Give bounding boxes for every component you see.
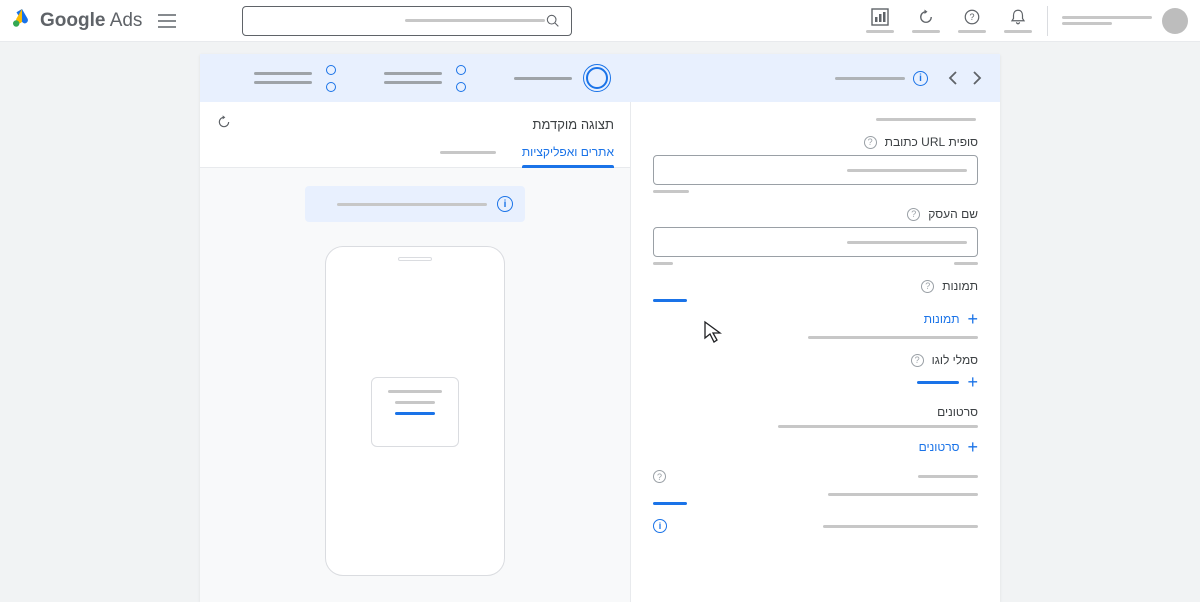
limit	[653, 262, 673, 265]
section-images: תמונות ? + תמונות	[653, 279, 978, 339]
preview-body: i	[200, 168, 630, 602]
help-icon[interactable]: ?	[921, 280, 934, 293]
url-suffix-input[interactable]	[653, 155, 978, 185]
stepper-nav	[948, 70, 982, 86]
tab-sites-apps[interactable]: אתרים ואפליקציות	[522, 145, 614, 167]
add-logos-button[interactable]: +	[653, 373, 978, 391]
account-switcher[interactable]	[1062, 8, 1188, 34]
search-wrap	[242, 6, 849, 36]
help-icon[interactable]: ?	[949, 8, 995, 33]
tab-other[interactable]	[440, 145, 496, 167]
url-suffix-label: סופית URL כתובת	[885, 135, 978, 149]
plus-icon: +	[967, 438, 978, 456]
extra-desc-1	[828, 493, 978, 496]
phone-mockup	[325, 246, 505, 576]
help-icon[interactable]: ?	[907, 208, 920, 221]
stepper-title: i	[835, 71, 928, 86]
add-videos-label: סרטונים	[919, 440, 960, 454]
notifications-icon[interactable]	[995, 8, 1041, 33]
preview-header: תצוגה מוקדמת	[200, 102, 630, 135]
extra-row-2: i	[653, 519, 978, 533]
step-1[interactable]	[254, 65, 336, 92]
chevron-left-icon[interactable]	[948, 70, 958, 86]
refresh-preview-icon[interactable]	[216, 114, 232, 135]
search-input[interactable]	[242, 6, 572, 36]
images-label: תמונות	[942, 279, 978, 293]
help-icon[interactable]: ?	[911, 354, 924, 367]
field-url-suffix: סופית URL כתובת ?	[653, 135, 978, 193]
brand-area: Google Ads	[12, 9, 142, 32]
app-header: Google Ads ?	[0, 0, 1200, 42]
chevron-right-icon[interactable]	[972, 70, 982, 86]
editor-body: סופית URL כתובת ? שם העסק ?	[200, 102, 1000, 602]
info-icon[interactable]: i	[653, 519, 667, 533]
search-placeholder	[405, 19, 545, 22]
help-icon[interactable]: ?	[864, 136, 877, 149]
section-videos: סרטונים + סרטונים	[653, 405, 978, 456]
stepper-bar: i	[200, 54, 1000, 102]
add-images-label: תמונות	[924, 312, 960, 326]
logo-icon	[12, 9, 32, 32]
videos-label: סרטונים	[937, 405, 978, 419]
info-icon: i	[497, 196, 513, 212]
extra-blue-underline	[653, 502, 687, 505]
preview-column: תצוגה מוקדמת אתרים ואפליקציות i	[200, 102, 630, 602]
phone-ad-card	[371, 377, 459, 447]
header-actions: ?	[857, 6, 1188, 36]
preview-info-banner: i	[305, 186, 525, 222]
phone-speaker	[398, 257, 432, 261]
info-icon[interactable]: i	[913, 71, 928, 86]
help-icon[interactable]: ?	[653, 470, 666, 483]
refresh-icon[interactable]	[903, 8, 949, 33]
videos-desc	[778, 425, 978, 428]
add-images-button[interactable]: + תמונות	[653, 310, 978, 328]
images-desc	[808, 336, 978, 339]
main-area: i	[0, 42, 1200, 602]
add-videos-button[interactable]: + סרטונים	[653, 438, 978, 456]
business-name-input[interactable]	[653, 227, 978, 257]
plus-icon: +	[967, 373, 978, 391]
divider	[1047, 6, 1048, 36]
preview-tabs: אתרים ואפליקציות	[200, 135, 630, 168]
step-2[interactable]	[384, 65, 466, 92]
search-icon	[545, 13, 561, 29]
reports-icon[interactable]	[857, 8, 903, 33]
form-heading-placeholder	[876, 118, 976, 121]
svg-text:?: ?	[969, 12, 974, 22]
preview-title: תצוגה מוקדמת	[533, 117, 615, 132]
counter	[954, 262, 978, 265]
editor-card: i	[200, 54, 1000, 602]
extra-row-1: ?	[653, 470, 978, 483]
add-logos-label-placeholder	[917, 381, 959, 384]
field-business-name: שם העסק ?	[653, 207, 978, 265]
step-3-active[interactable]	[514, 67, 608, 89]
url-suffix-hint	[653, 190, 689, 193]
brand-text: Google Ads	[40, 10, 142, 32]
plus-icon: +	[967, 310, 978, 328]
logos-label: סמלי לוגו	[932, 353, 978, 367]
stepper-steps	[218, 65, 835, 92]
form-column: סופית URL כתובת ? שם העסק ?	[630, 102, 1000, 602]
section-logos: סמלי לוגו ? +	[653, 353, 978, 391]
business-name-label: שם העסק	[928, 207, 978, 221]
menu-icon[interactable]	[158, 14, 176, 28]
avatar	[1162, 8, 1188, 34]
